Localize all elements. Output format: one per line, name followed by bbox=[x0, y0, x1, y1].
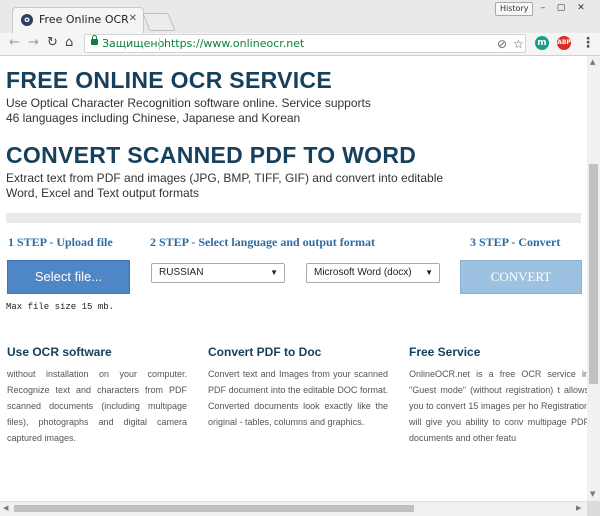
new-tab-button[interactable] bbox=[142, 13, 176, 31]
translate-icon[interactable]: ⊘ bbox=[497, 37, 507, 51]
convert-button[interactable]: CONVERT bbox=[460, 260, 582, 294]
step2-label: 2 STEP - Select language and output form… bbox=[150, 235, 376, 249]
close-window-button[interactable]: ✕ bbox=[573, 2, 589, 14]
page-content: FREE ONLINE OCR SERVICE Use Optical Char… bbox=[0, 56, 587, 501]
section-title: CONVERT SCANNED PDF TO WORD bbox=[6, 142, 417, 168]
max-file-size-note: Max file size 15 mb. bbox=[6, 302, 115, 312]
scroll-left-icon[interactable]: ◀ bbox=[3, 504, 8, 512]
address-bar[interactable]: Защищено https://www.onlineocr.net ⊘ ☆ bbox=[84, 34, 526, 53]
site-favicon-icon: o bbox=[21, 14, 33, 26]
feature-text: without installation on your computer. R… bbox=[7, 369, 187, 443]
divider bbox=[6, 213, 581, 223]
lock-icon bbox=[91, 35, 98, 45]
star-icon[interactable]: ☆ bbox=[513, 37, 524, 51]
home-icon[interactable]: ⌂ bbox=[65, 35, 73, 51]
minimize-button[interactable]: – bbox=[535, 2, 551, 14]
tab-title: Free Online OCR - conve bbox=[39, 13, 131, 26]
page-title: FREE ONLINE OCR SERVICE bbox=[6, 67, 332, 93]
step3-label: 3 STEP - Convert bbox=[470, 235, 561, 249]
intro-text-line2: 46 languages including Chinese, Japanese… bbox=[6, 111, 301, 125]
language-value: RUSSIAN bbox=[159, 267, 204, 278]
feature-title: Free Service bbox=[409, 345, 481, 359]
feature-text: Convert text and Images from your scanne… bbox=[208, 369, 388, 427]
scroll-up-icon[interactable]: ▲ bbox=[590, 58, 595, 66]
feature-text: OnlineOCR.net is a free OCR service in "… bbox=[409, 369, 587, 443]
horizontal-scroll-thumb[interactable] bbox=[14, 505, 414, 512]
extension-m-icon[interactable]: m bbox=[535, 36, 549, 50]
url-text[interactable]: https://www.onlineocr.net bbox=[164, 37, 304, 50]
step1-label: 1 STEP - Upload file bbox=[8, 235, 113, 249]
forward-icon[interactable]: → bbox=[28, 35, 39, 51]
browser-toolbar: ← → ↻ ⌂ Защищено https://www.onlineocr.n… bbox=[0, 33, 600, 56]
vertical-scroll-thumb[interactable] bbox=[589, 164, 598, 384]
format-value: Microsoft Word (docx) bbox=[314, 267, 412, 278]
browser-menu-icon[interactable]: ⋮ bbox=[581, 35, 595, 51]
browser-titlebar: o Free Online OCR - conve ✕ History – ▢ … bbox=[0, 0, 600, 33]
format-select[interactable]: Microsoft Word (docx) ▼ bbox=[306, 263, 440, 283]
language-select[interactable]: RUSSIAN ▼ bbox=[151, 263, 285, 283]
section-text-line2: Word, Excel and Text output formats bbox=[6, 186, 199, 200]
tab-close-icon[interactable]: ✕ bbox=[129, 13, 137, 24]
scroll-right-icon[interactable]: ▶ bbox=[576, 504, 581, 512]
feature-title: Use OCR software bbox=[7, 345, 112, 359]
intro-text-line1: Use Optical Character Recognition softwa… bbox=[6, 96, 371, 110]
select-file-button[interactable]: Select file... bbox=[7, 260, 130, 294]
browser-tab[interactable]: o Free Online OCR - conve ✕ bbox=[12, 7, 144, 33]
adblock-icon[interactable]: ABP bbox=[557, 36, 571, 50]
maximize-button[interactable]: ▢ bbox=[553, 2, 569, 14]
chevron-down-icon: ▼ bbox=[270, 268, 278, 277]
chevron-down-icon: ▼ bbox=[425, 268, 433, 277]
section-text-line1: Extract text from PDF and images (JPG, B… bbox=[6, 171, 444, 185]
secure-label: Защищено bbox=[102, 37, 165, 50]
reload-icon[interactable]: ↻ bbox=[47, 35, 58, 51]
back-icon[interactable]: ← bbox=[9, 35, 20, 51]
scrollbar-corner bbox=[587, 501, 600, 516]
feature-title: Convert PDF to Doc bbox=[208, 345, 322, 359]
scroll-down-icon[interactable]: ▼ bbox=[590, 490, 595, 498]
address-separator bbox=[159, 38, 160, 50]
history-button[interactable]: History bbox=[495, 2, 534, 16]
